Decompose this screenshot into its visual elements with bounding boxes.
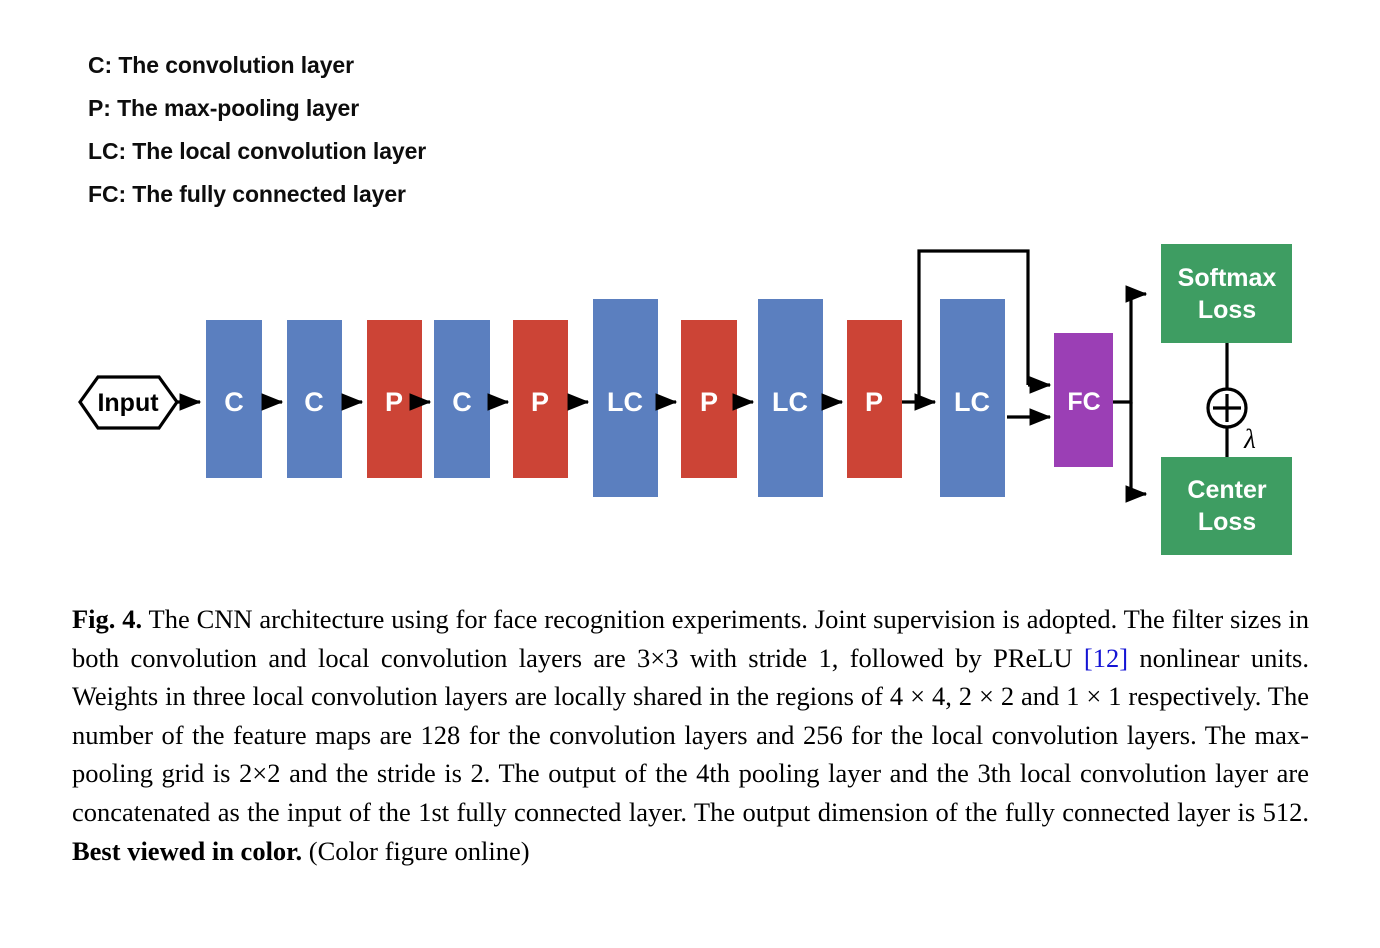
pipeline-block-pool-4: P <box>847 320 902 478</box>
block-label: C <box>304 387 324 417</box>
block-label: LC <box>772 387 808 417</box>
fully-connected-block: FC <box>1054 333 1113 467</box>
block-label: P <box>700 387 718 417</box>
pipeline-block-conv-3: C <box>434 320 490 478</box>
loss-sum-combiner <box>1206 387 1248 429</box>
legend-line-localconv: LC: The local convolution layer <box>88 138 427 164</box>
input-node-label: Input <box>97 389 159 417</box>
input-node: Input <box>78 375 179 430</box>
pipeline-block-pool-2: P <box>513 320 568 478</box>
caption-bold-note: Best viewed in color. <box>72 835 303 866</box>
block-label: P <box>531 387 549 417</box>
lambda-weight-label: λ <box>1243 424 1256 454</box>
figure-number-label: Fig. 4. <box>72 604 143 634</box>
pipeline-block-localconv-1: LC <box>593 299 658 497</box>
arrow-fc-to-softmax-loss <box>1113 285 1148 404</box>
softmax-loss-block: Softmax Loss <box>1161 244 1292 343</box>
layer-legend: C: The convolution layer P: The max-pool… <box>88 44 426 216</box>
caption-trailing-note: (Color figure online) <box>302 835 530 866</box>
cnn-architecture-diagram: Input C C P C P LC P LC P LC FC Softmax … <box>0 225 1380 585</box>
block-rect <box>1161 244 1292 343</box>
figure-caption: Fig. 4. The CNN architecture using for f… <box>72 600 1309 870</box>
center-loss-label-line2: Loss <box>1198 508 1256 536</box>
block-label: FC <box>1067 388 1100 416</box>
legend-line-pool: P: The max-pooling layer <box>88 95 360 121</box>
block-label: LC <box>607 387 643 417</box>
legend-line-fc: FC: The fully connected layer <box>88 181 406 207</box>
center-loss-block: Center Loss <box>1161 457 1292 555</box>
block-label: C <box>452 387 472 417</box>
block-rect <box>1161 457 1292 555</box>
center-loss-label-line1: Center <box>1187 476 1266 504</box>
pipeline-block-localconv-2: LC <box>758 299 823 497</box>
block-label: P <box>865 387 883 417</box>
caption-citation-link[interactable]: [12] <box>1084 643 1128 673</box>
arrow-fc-to-center-loss <box>1125 402 1148 503</box>
legend-line-conv: C: The convolution layer <box>88 52 354 78</box>
pipeline-block-conv-1: C <box>206 320 262 478</box>
pipeline-block-conv-2: C <box>287 320 342 478</box>
pipeline-block-pool-1: P <box>367 320 422 478</box>
block-label: LC <box>954 387 990 417</box>
block-label: P <box>385 387 403 417</box>
pipeline-block-localconv-3: LC <box>940 299 1005 497</box>
block-label: C <box>224 387 244 417</box>
softmax-loss-label-line1: Softmax <box>1178 264 1277 292</box>
pipeline-block-pool-3: P <box>681 320 737 478</box>
softmax-loss-label-line2: Loss <box>1198 296 1256 324</box>
